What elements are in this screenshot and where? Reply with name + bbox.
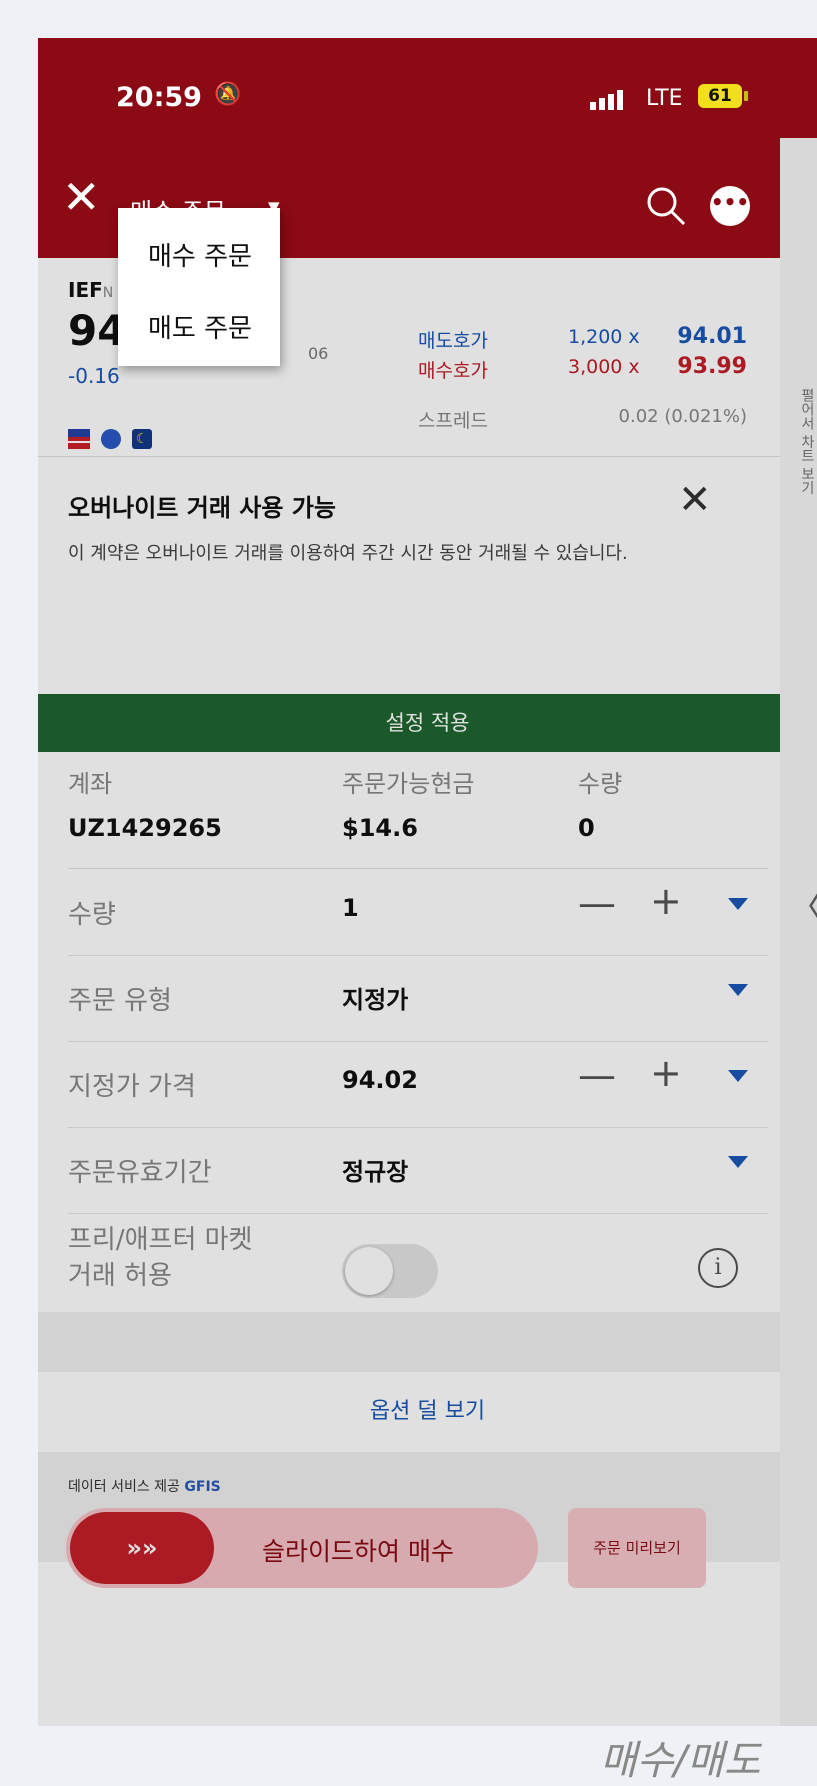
dim-overlay[interactable] — [38, 258, 817, 1726]
status-bar: 20:59 🔕 LTE 61 — [38, 38, 817, 158]
close-icon[interactable]: ✕ — [62, 174, 101, 220]
phone-screen: 20:59 🔕 LTE 61 ✕ 매수 주문 ▼ ••• IEFN 94 -0.… — [38, 38, 817, 1726]
chart-rail-label: 펼어서 차트 보기 — [799, 388, 815, 495]
bell-muted-icon: 🔕 — [214, 82, 242, 107]
network-type: LTE — [646, 86, 683, 111]
caption: 매수/매도 — [600, 1738, 761, 1784]
order-type-menu: 매수 주문 매도 주문 — [118, 208, 280, 366]
chart-side-rail[interactable]: 펼어서 차트 보기 〈 — [780, 138, 817, 1726]
signal-icon — [590, 90, 626, 110]
battery-icon: 61 — [698, 84, 742, 108]
status-time: 20:59 — [116, 82, 202, 113]
battery-tip — [744, 91, 748, 101]
more-icon[interactable]: ••• — [710, 186, 750, 226]
menu-item-buy-order[interactable]: 매수 주문 — [148, 236, 252, 273]
menu-item-sell-order[interactable]: 매도 주문 — [148, 308, 252, 345]
search-icon[interactable] — [644, 184, 688, 228]
chevron-left-icon[interactable]: 〈 — [788, 878, 817, 930]
